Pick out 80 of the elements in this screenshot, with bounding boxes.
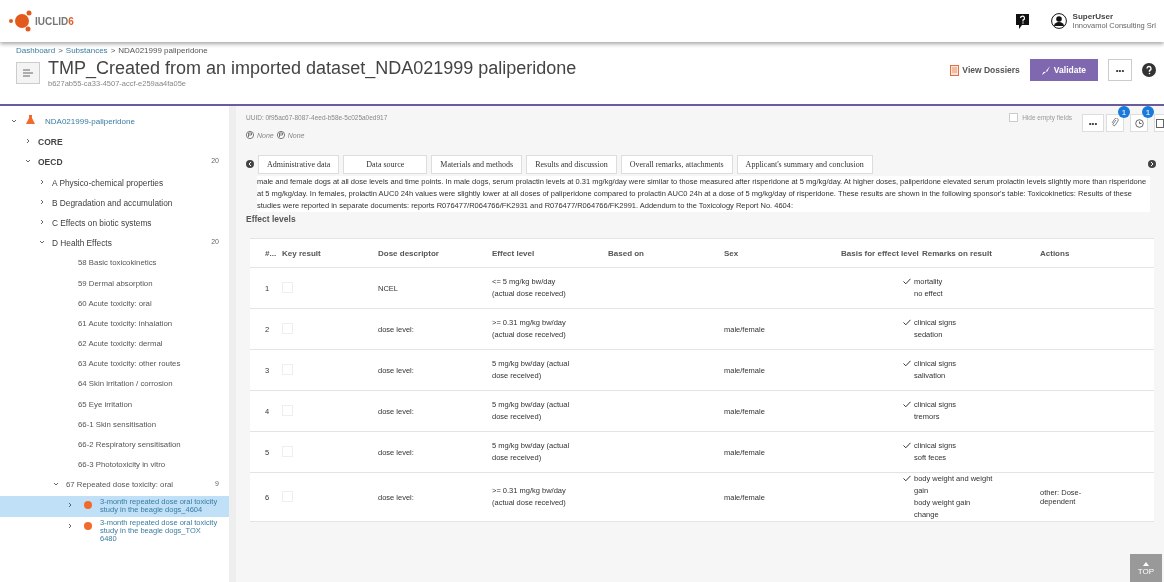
tree-item[interactable]: A Physico-chemical properties [0,172,229,193]
arrow-right-icon[interactable] [1148,160,1156,168]
column-header: Based on [608,248,645,258]
tab[interactable]: Administrative data [258,154,340,174]
tree-item-label: A Physico-chemical properties [52,176,165,188]
column-header: Key result [282,248,322,258]
chevron-right-icon[interactable] [67,501,73,508]
logo-text: IUCLID6 [35,15,74,27]
more-button[interactable]: ••• [1082,114,1104,132]
check-icon [903,319,911,326]
tree-item[interactable]: NDA021999-paliperidone [0,112,229,133]
user-name: SuperUser [1072,12,1115,21]
check-icon [903,401,911,408]
tree-item[interactable]: B Degradation and accumulation [0,192,229,213]
document-icon [950,64,960,76]
status-dot [84,521,92,530]
tree-item-label: NDA021999-paliperidone [45,116,136,126]
chevron-right-icon[interactable] [25,138,31,145]
count-badge: 1 [1142,106,1154,118]
tab[interactable]: Overall remarks, attachments [620,154,733,174]
clock-icon [1134,118,1144,128]
count-badge: 1 [1118,106,1130,118]
arrow-left-icon[interactable] [246,160,254,168]
user-icon[interactable] [1050,13,1067,29]
flag-icon [276,131,285,139]
chevron-right-icon[interactable] [67,522,73,529]
chevron-down-icon[interactable] [25,158,31,165]
brush-icon [1041,65,1051,75]
check-icon [903,360,911,367]
checkbox[interactable] [1009,112,1019,122]
column-header: Sex [724,248,740,258]
column-header: Basis for effect level [841,248,920,258]
tab[interactable]: Applicant's summary and conclusion [736,154,873,174]
column-header: Remarks on result [922,248,993,258]
view-dossiers-button[interactable]: View Dossiers [950,64,1020,76]
chevron-right-icon[interactable] [39,178,45,185]
tab[interactable]: Data source [343,154,428,174]
chevron-down-icon[interactable] [11,118,17,124]
history-button[interactable] [1130,114,1148,132]
tree-item-label: B Degradation and accumulation [52,196,174,208]
page-title: TMP_Created from an imported dataset_NDA021999 paliperidone [48,58,577,79]
chevron-right-icon[interactable] [39,218,45,225]
breadcrumb-item[interactable]: Dashboard [16,46,56,55]
check-icon [903,442,911,449]
breadcrumb-item: NDA021999 paliperidone [118,46,208,55]
flag-icon [246,131,254,139]
breadcrumb-separator: > [58,46,63,55]
tree-item-label: OECD [38,156,64,168]
chevron-down-icon[interactable] [39,239,45,246]
logo-icon [8,10,34,32]
more-button[interactable]: ••• [1108,59,1132,81]
arrow-up-icon [1143,562,1149,567]
help-icon[interactable] [1015,13,1029,29]
tab[interactable]: Results and discussion [526,154,617,174]
help-icon[interactable] [1142,63,1156,77]
chevron-right-icon[interactable] [39,198,45,205]
column-header: Dose descriptor [378,248,440,258]
tab[interactable]: Materials and methods [431,154,523,174]
check-icon [903,475,911,482]
tree-item-label: CORE [38,136,64,148]
check-icon [903,278,911,285]
breadcrumb-separator: > [110,46,116,55]
validate-button[interactable]: Validate [1029,59,1098,81]
chevron-down-icon[interactable] [53,481,59,488]
section-title: Effect levels [246,214,297,224]
breadcrumb-item[interactable]: Substances [65,46,108,55]
tree-item[interactable]: CORE [0,132,229,153]
note-icon [1155,118,1164,128]
column-header: Actions [1040,248,1071,258]
tree-item[interactable]: C Effects on biotic systems [0,212,229,234]
flask-icon [26,115,35,125]
column-header: #... [265,248,278,258]
status-dot [84,500,92,509]
paperclip-icon [1111,118,1119,128]
column-header: Effect level [492,248,536,258]
notes-button[interactable] [1154,114,1164,132]
attachment-button[interactable] [1106,114,1124,132]
tree-item-label: D Health Effects [52,237,113,249]
tree-item-label: C Effects on biotic systems [52,216,153,228]
menu-icon [23,69,33,77]
